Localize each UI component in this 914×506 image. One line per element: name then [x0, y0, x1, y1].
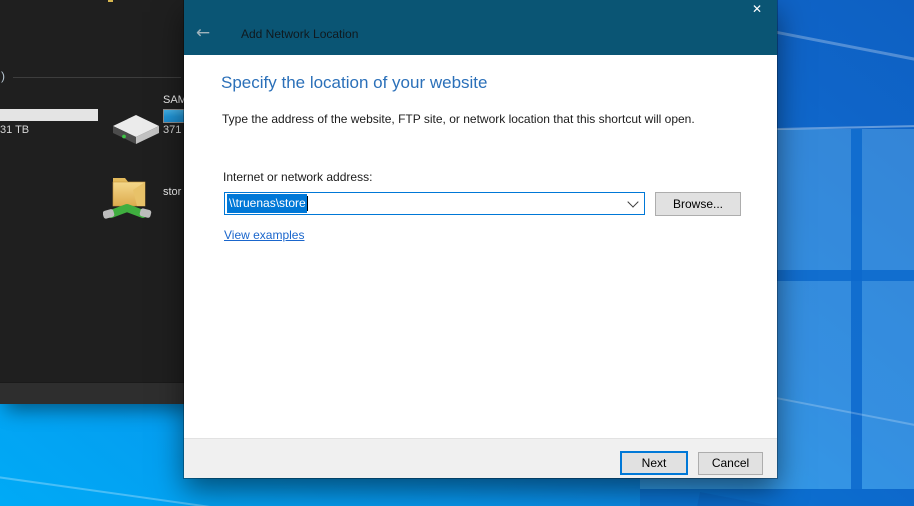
dialog-footer: Next Cancel [184, 438, 777, 478]
chevron-down-icon [627, 196, 638, 207]
address-input-text: \\truenas\store [227, 193, 308, 214]
drive-free-space-label: 371 [163, 124, 181, 136]
drive-capacity-bar [0, 109, 98, 121]
clipped-icon-fragment [108, 0, 113, 2]
instruction-text: Type the address of the website, FTP sit… [222, 112, 695, 126]
group-header-divider [13, 77, 181, 78]
file-explorer-window[interactable]: ) 31 TB SAM 371 stor [0, 0, 185, 404]
dialog-titlebar[interactable]: ← Add Network Location ✕ [184, 0, 777, 55]
network-share-name-label: stor [163, 186, 181, 198]
dropdown-button[interactable] [624, 193, 644, 214]
network-folder-icon[interactable] [103, 168, 157, 222]
dialog-title: Add Network Location [241, 27, 358, 41]
add-network-location-dialog: ← Add Network Location ✕ Specify the loc… [184, 0, 777, 478]
selected-text: \\truenas\store [227, 194, 307, 213]
windows-logo-vertical-divider [851, 129, 862, 489]
address-input[interactable]: \\truenas\store [224, 192, 645, 215]
explorer-status-bar [0, 382, 185, 404]
close-icon[interactable]: ✕ [743, 0, 771, 20]
screen: ) 31 TB SAM 371 stor [0, 0, 914, 506]
address-field-label: Internet or network address: [223, 170, 372, 184]
text-caret [307, 196, 308, 211]
group-header-text: ) [1, 69, 5, 83]
hard-drive-icon[interactable] [110, 110, 162, 150]
wallpaper-shade [640, 489, 914, 506]
cancel-button[interactable]: Cancel [698, 452, 763, 475]
drive-name-label: SAM [163, 94, 185, 106]
drive-capacity-bar [163, 109, 185, 123]
drive-free-space-label: 31 TB [0, 124, 29, 136]
page-title: Specify the location of your website [221, 73, 487, 93]
next-button[interactable]: Next [620, 451, 688, 475]
browse-button[interactable]: Browse... [655, 192, 741, 216]
view-examples-link[interactable]: View examples [224, 228, 304, 242]
back-arrow-icon[interactable]: ← [190, 22, 216, 44]
